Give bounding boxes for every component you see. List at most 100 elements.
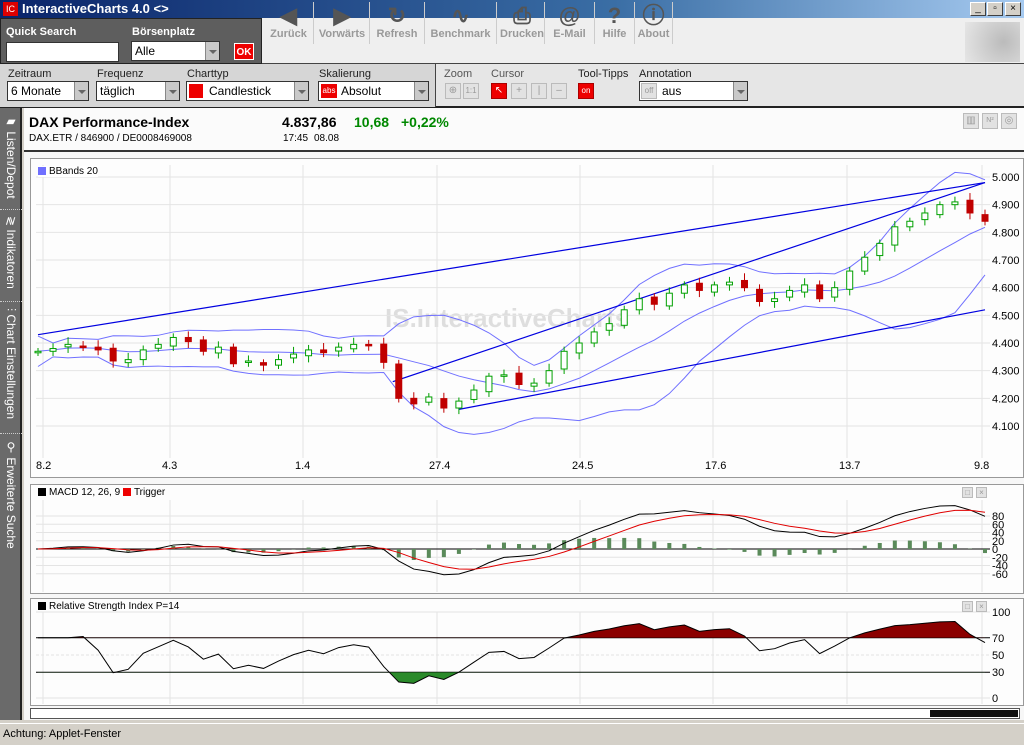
candle-down: [817, 285, 823, 299]
candle-up: [561, 351, 567, 369]
candle-up: [140, 350, 146, 360]
candle-up: [65, 344, 71, 346]
candle-down: [696, 283, 702, 290]
trendline: [393, 183, 985, 382]
legend-swatch: [38, 488, 46, 496]
x-tick-label: 24.5: [572, 460, 593, 472]
candle-up: [501, 375, 507, 377]
macd-histogram-bar: [562, 540, 566, 549]
bband-lower: [38, 275, 985, 434]
rsi-overbought-fill: [38, 621, 985, 683]
legend-label: MACD 12, 26, 9: [49, 487, 120, 498]
y-tick-label: 5.000: [992, 172, 1020, 184]
macd-histogram-bar: [758, 549, 762, 556]
candle-up: [35, 351, 41, 353]
candle-down: [110, 348, 116, 361]
rsi-legend: Relative Strength Index P=14: [38, 601, 179, 612]
candle-up: [877, 243, 883, 255]
macd-histogram-bar: [938, 542, 942, 549]
candle-up: [50, 349, 56, 352]
trendline: [459, 310, 985, 410]
y-tick-label: 50: [992, 650, 1004, 662]
candle-up: [125, 360, 131, 363]
macd-histogram-bar: [697, 547, 701, 549]
trigger-line: [38, 510, 985, 569]
scrollbar-thumb[interactable]: [930, 710, 1018, 717]
candle-down: [366, 344, 372, 346]
candle-down: [741, 280, 747, 287]
macd-histogram-bar: [607, 538, 611, 549]
candle-down: [260, 363, 266, 365]
candle-up: [847, 271, 853, 289]
candle-up: [456, 401, 462, 408]
candle-down: [967, 200, 973, 213]
macd-histogram-bar: [442, 549, 446, 557]
horizontal-scrollbar[interactable]: [30, 708, 1020, 719]
candle-up: [937, 205, 943, 215]
candle-up: [726, 282, 732, 285]
candle-down: [185, 337, 191, 341]
legend-label: Trigger: [134, 487, 165, 498]
bbands-legend: BBands 20: [38, 166, 98, 177]
macd-histogram-bar: [502, 543, 506, 549]
macd-histogram-bar: [307, 548, 311, 549]
macd-histogram-bar: [803, 549, 807, 553]
macd-histogram-bar: [427, 549, 431, 558]
candle-up: [155, 344, 161, 348]
candle-up: [291, 354, 297, 358]
macd-legend: MACD 12, 26, 9 Trigger: [38, 487, 165, 498]
candle-up: [787, 290, 793, 297]
maximize-panel-icon[interactable]: □: [962, 487, 973, 498]
candle-up: [606, 324, 612, 331]
macd-histogram-bar: [712, 548, 716, 549]
candle-down: [381, 344, 387, 362]
candle-up: [306, 350, 312, 356]
macd-histogram-bar: [983, 549, 987, 553]
candle-up: [802, 285, 808, 292]
macd-histogram-bar: [277, 549, 281, 551]
candle-up: [245, 361, 251, 363]
candle-up: [952, 202, 958, 205]
candle-up: [832, 288, 838, 297]
candle-up: [621, 310, 627, 325]
macd-histogram-bar: [652, 542, 656, 549]
y-tick-label: 4.700: [992, 255, 1020, 267]
candle-up: [276, 360, 282, 366]
candle-down: [516, 373, 522, 384]
macd-histogram-bar: [773, 549, 777, 556]
candle-down: [95, 347, 101, 350]
macd-histogram-bar: [878, 543, 882, 549]
x-tick-label: 9.8: [974, 460, 989, 472]
candle-up: [892, 227, 898, 245]
macd-histogram-bar: [727, 549, 731, 550]
legend-swatch: [38, 167, 46, 175]
candle-down: [411, 398, 417, 404]
trendline: [38, 183, 985, 335]
close-panel-icon[interactable]: ×: [976, 487, 987, 498]
status-bar: Achtung: Applet-Fenster: [0, 723, 1024, 744]
candle-up: [922, 213, 928, 220]
macd-histogram-bar: [893, 541, 897, 549]
candle-up: [336, 347, 342, 351]
charts: 8.24.31.427.424.517.613.79.85.0004.9004.…: [0, 0, 1024, 744]
candle-down: [757, 289, 763, 301]
candle-up: [351, 344, 357, 348]
close-panel-icon[interactable]: ×: [976, 601, 987, 612]
macd-histogram-bar: [908, 541, 912, 549]
candle-down: [396, 364, 402, 398]
x-tick-label: 4.3: [162, 460, 177, 472]
maximize-panel-icon[interactable]: □: [962, 601, 973, 612]
macd-histogram-bar: [833, 549, 837, 553]
rsi-line: [38, 621, 985, 683]
macd-histogram-bar: [742, 549, 746, 552]
x-tick-label: 17.6: [705, 460, 726, 472]
candle-down: [230, 347, 236, 364]
candle-up: [215, 347, 221, 353]
candle-up: [471, 390, 477, 399]
candle-up: [486, 376, 492, 391]
y-tick-label: 4.200: [992, 393, 1020, 405]
candle-down: [80, 346, 86, 348]
candle-up: [862, 257, 868, 271]
candle-up: [907, 221, 913, 227]
candle-up: [576, 343, 582, 353]
